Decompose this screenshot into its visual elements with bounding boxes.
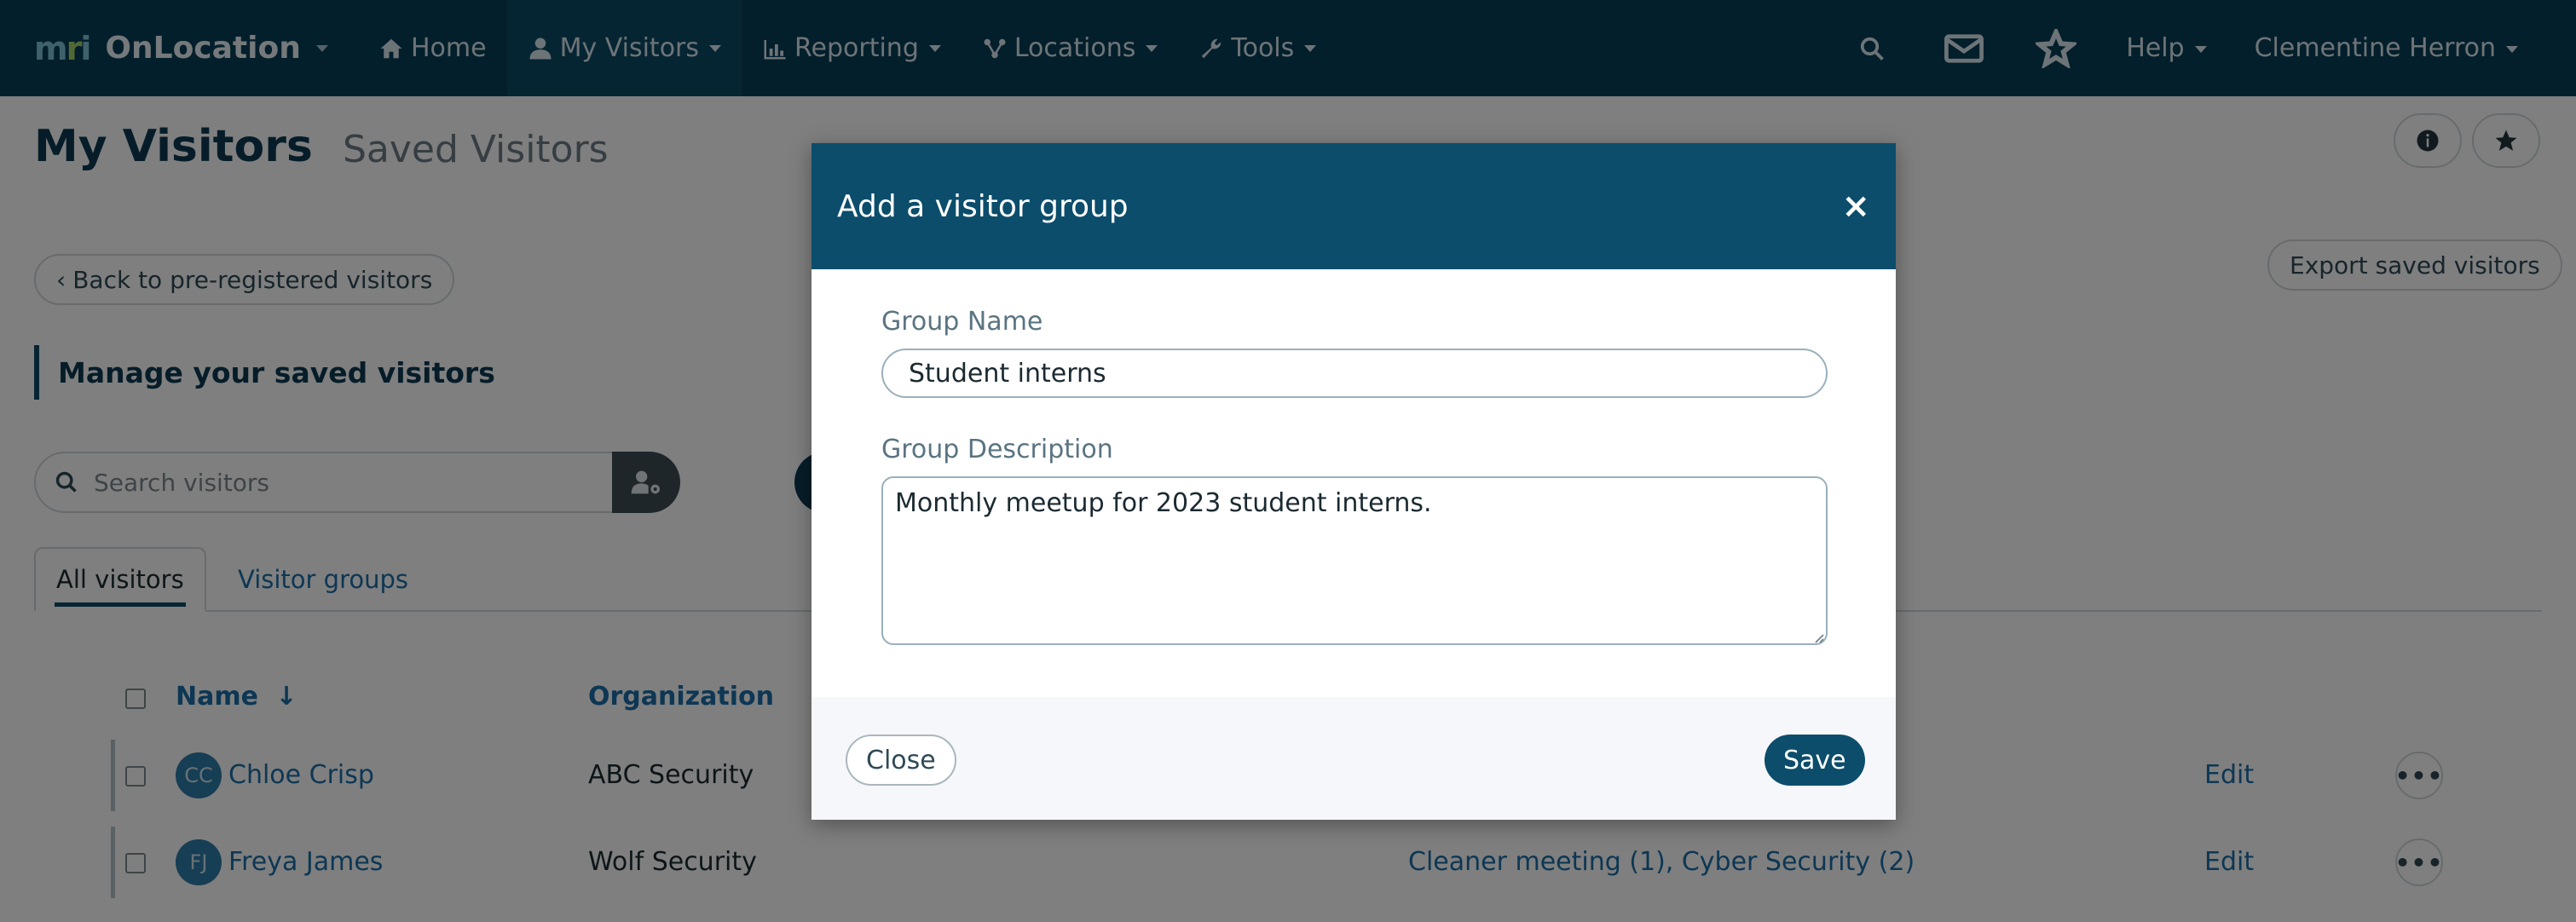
group-description-textarea[interactable]: Monthly meetup for 2023 student interns. [881, 476, 1828, 645]
close-icon[interactable]: × [1841, 187, 1870, 226]
modal-footer [811, 697, 1896, 820]
close-button[interactable]: Close [846, 735, 956, 786]
save-button[interactable]: Save [1765, 735, 1865, 786]
group-name-label: Group Name [881, 307, 1043, 337]
modal-title: Add a visitor group [837, 188, 1129, 224]
resize-handle-icon[interactable] [1812, 631, 1824, 643]
modal-header: Add a visitor group × [811, 143, 1896, 269]
group-description-label: Group Description [881, 435, 1113, 464]
group-name-input[interactable] [881, 349, 1828, 398]
add-visitor-group-modal: Add a visitor group × Group Name Group D… [811, 143, 1896, 820]
